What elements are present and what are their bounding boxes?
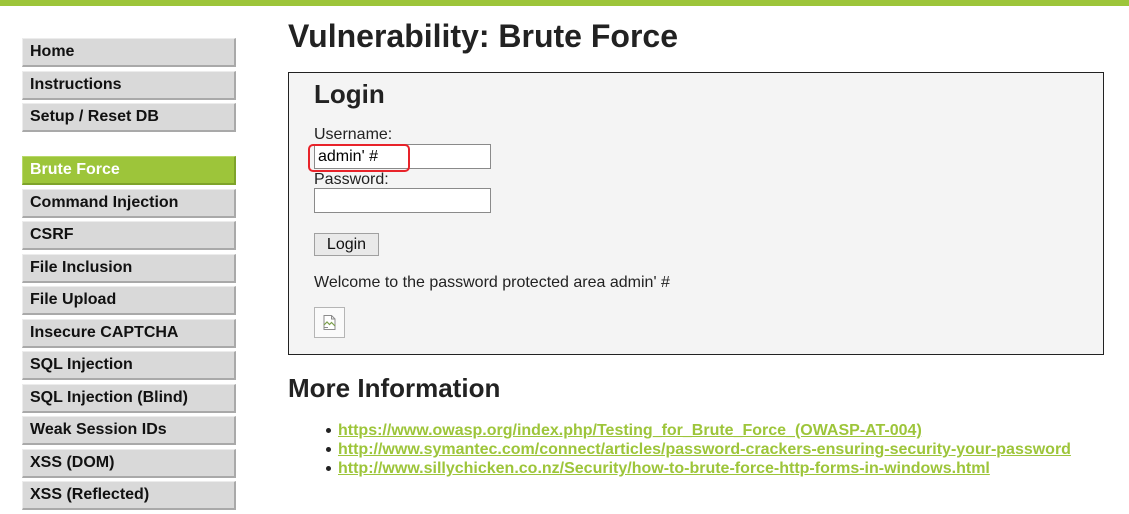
menu-item-setup-reset-db[interactable]: Setup / Reset DB: [22, 103, 236, 132]
username-label: Username:: [314, 126, 393, 143]
login-heading: Login: [314, 79, 385, 109]
password-field[interactable]: [314, 188, 491, 213]
symantec-link[interactable]: http://www.symantec.com/connect/articles…: [338, 441, 1071, 458]
more-information-heading: More Information: [288, 373, 501, 403]
menu-item-csrf[interactable]: CSRF: [22, 221, 236, 250]
welcome-message: Welcome to the password protected area a…: [314, 274, 670, 291]
owasp-link[interactable]: https://www.owasp.org/index.php/Testing_…: [338, 422, 922, 439]
broken-image-glyph: [323, 315, 336, 330]
broken-image-icon: [314, 307, 345, 338]
login-button[interactable]: Login: [314, 233, 379, 256]
menu-item-file-upload[interactable]: File Upload: [22, 286, 236, 315]
menu-item-instructions[interactable]: Instructions: [22, 70, 236, 100]
menu-group-main: Home Instructions Setup / Reset DB: [22, 38, 236, 132]
menu-item-sql-injection[interactable]: SQL Injection: [22, 351, 236, 380]
login-panel: Login Username: Password: Login Welcome …: [288, 72, 1104, 355]
menu-item-weak-session-ids[interactable]: Weak Session IDs: [22, 416, 236, 445]
menu-item-file-inclusion[interactable]: File Inclusion: [22, 253, 236, 283]
list-item: https://www.owasp.org/index.php/Testing_…: [326, 421, 1071, 440]
menu-item-xss-dom[interactable]: XSS (DOM): [22, 448, 236, 478]
list-item: http://www.sillychicken.co.nz/Security/h…: [326, 459, 1071, 478]
password-label: Password:: [314, 171, 389, 188]
username-field[interactable]: [314, 144, 491, 169]
page-title: Vulnerability: Brute Force: [288, 18, 678, 54]
top-accent-bar: [0, 0, 1129, 6]
sillychicken-link[interactable]: http://www.sillychicken.co.nz/Security/h…: [338, 460, 990, 477]
menu-group-vulnerabilities: Brute Force Command Injection CSRF File …: [22, 156, 236, 510]
list-item: http://www.symantec.com/connect/articles…: [326, 440, 1071, 459]
menu-item-command-injection[interactable]: Command Injection: [22, 188, 236, 218]
sidebar-menu: Home Instructions Setup / Reset DB Brute…: [22, 38, 236, 514]
menu-item-brute-force[interactable]: Brute Force: [22, 156, 236, 185]
more-information-links: https://www.owasp.org/index.php/Testing_…: [326, 421, 1071, 478]
menu-item-insecure-captcha[interactable]: Insecure CAPTCHA: [22, 318, 236, 348]
menu-item-sql-injection-blind[interactable]: SQL Injection (Blind): [22, 383, 236, 413]
menu-item-home[interactable]: Home: [22, 38, 236, 67]
